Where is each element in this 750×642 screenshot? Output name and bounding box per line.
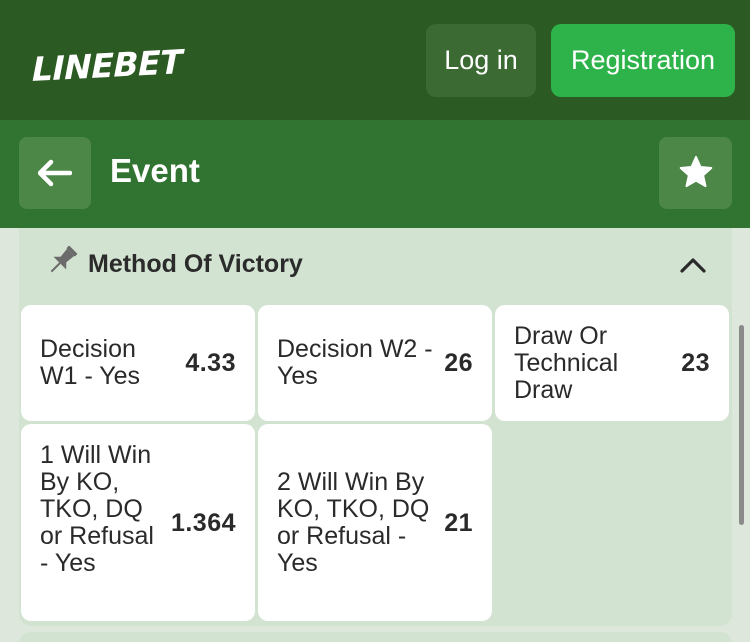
outcome-cell-draw[interactable]: Draw Or Technical Draw 23 — [495, 305, 729, 421]
outcome-cell-w1-ko[interactable]: 1 Will Win By KO, TKO, DQ or Refusal - Y… — [21, 424, 255, 621]
next-market-panel[interactable] — [19, 632, 732, 642]
outcome-odd: 26 — [444, 349, 473, 377]
outcome-label: Draw Or Technical Draw — [514, 322, 619, 404]
registration-button[interactable]: Registration — [551, 24, 735, 97]
outcome-label: Decision W2 - Yes — [277, 335, 433, 390]
linebet-logo[interactable]: LINEBET — [32, 36, 182, 89]
outcome-label: 1 Will Win By KO, TKO, DQ or Refusal - Y… — [40, 441, 154, 577]
outcome-cell-decision-w2[interactable]: Decision W2 - Yes 26 — [258, 305, 492, 421]
pin-icon[interactable] — [42, 241, 82, 281]
favorite-button[interactable] — [659, 137, 732, 209]
logo-text: LINEBET — [32, 42, 183, 89]
chevron-up-icon[interactable] — [678, 251, 708, 281]
outcome-odd: 21 — [444, 509, 473, 537]
outcome-label: Decision W1 - Yes — [40, 335, 141, 390]
login-button[interactable]: Log in — [426, 24, 536, 97]
outcome-odd: 23 — [681, 349, 710, 377]
back-button[interactable] — [19, 137, 91, 209]
outcome-cell-decision-w1[interactable]: Decision W1 - Yes 4.33 — [21, 305, 255, 421]
outcome-odd: 4.33 — [185, 349, 236, 377]
outcome-odd: 1.364 — [170, 509, 236, 537]
outcome-label: 2 Will Win By KO, TKO, DQ or Refusal - Y… — [277, 468, 430, 577]
scrollbar[interactable] — [739, 325, 744, 525]
star-icon — [679, 155, 712, 188]
outcome-cell-w2-ko[interactable]: 2 Will Win By KO, TKO, DQ or Refusal - Y… — [258, 424, 492, 621]
market-title: Method Of Victory — [88, 250, 303, 278]
page-title: Event — [110, 152, 200, 189]
arrow-left-icon — [38, 159, 72, 187]
